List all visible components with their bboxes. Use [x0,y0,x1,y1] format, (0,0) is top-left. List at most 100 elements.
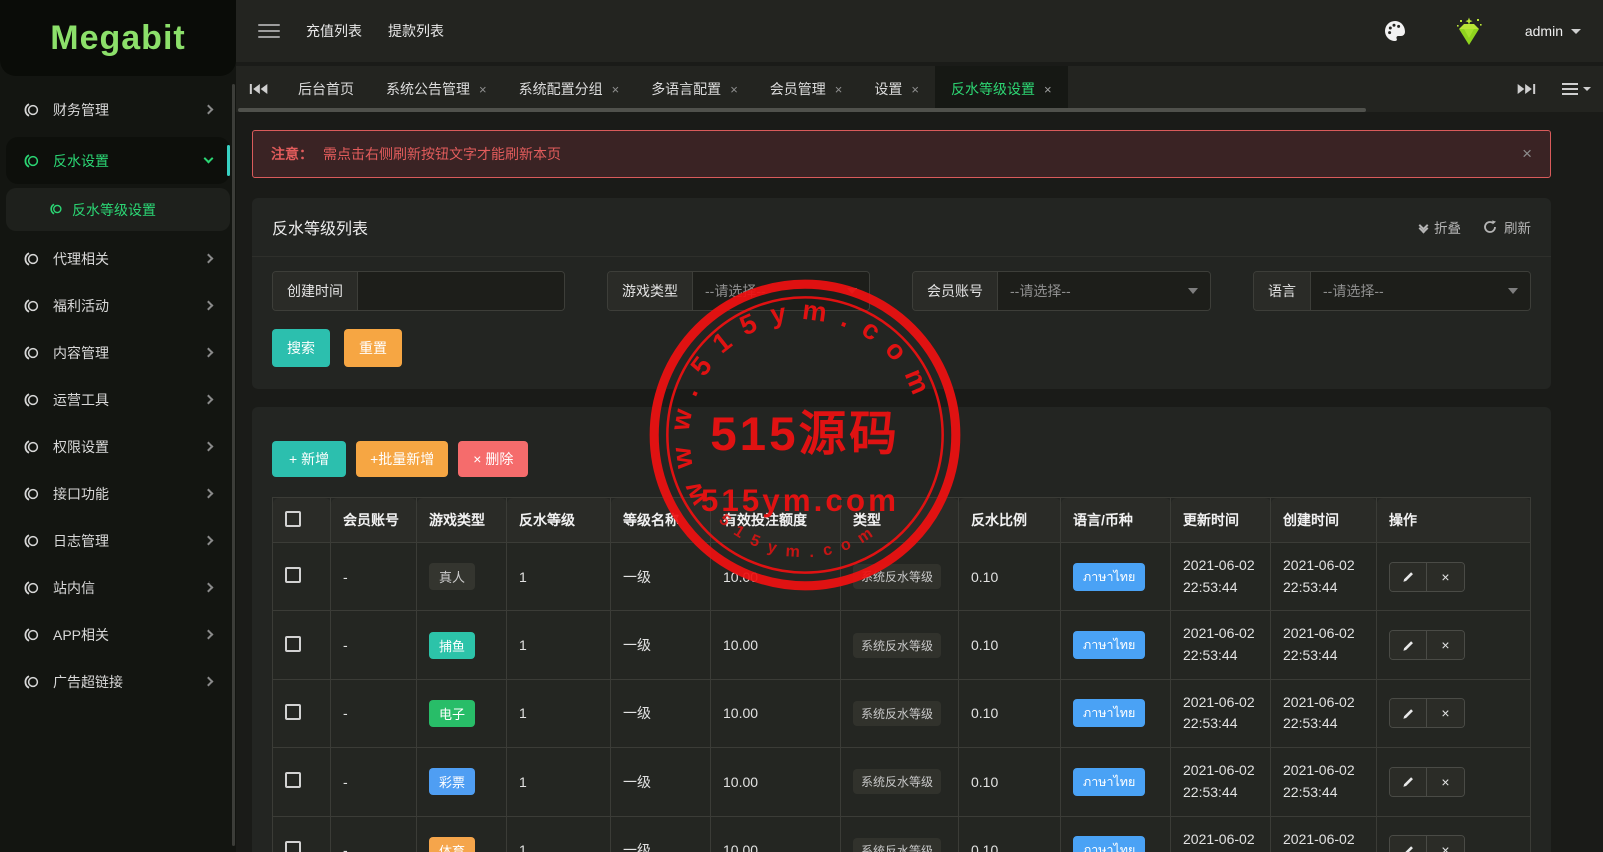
topbar-link-withdraw[interactable]: 提款列表 [388,21,444,41]
close-icon[interactable]: × [479,82,487,97]
row-checkbox[interactable] [285,567,301,584]
batch-add-button[interactable]: +批量新增 [356,441,449,477]
tab-multilanguage[interactable]: 多语言配置 × [635,66,754,112]
delete-button[interactable]: × 删除 [458,441,529,477]
tab-home[interactable]: 后台首页 [282,66,370,112]
delete-row-button[interactable]: × [1427,562,1464,591]
close-icon[interactable]: × [1044,82,1052,97]
sidebar-item-api[interactable]: 接口功能 [6,470,230,517]
cell-updated: 2021-06-02 22:53:44 [1170,610,1271,680]
sidebar-item-app[interactable]: APP相关 [6,611,230,658]
alert-close-icon[interactable]: × [1522,144,1532,164]
created-time-input[interactable] [358,272,564,310]
tabs-scroll-right-icon[interactable] [1503,66,1549,112]
edit-button[interactable] [1390,767,1427,796]
cell-level-name: 一级 [610,610,711,680]
username: admin [1524,23,1563,39]
tab-announcements[interactable]: 系统公告管理 × [370,66,503,112]
sidebar-item-permissions[interactable]: 权限设置 [6,423,230,470]
cell-ratio: 0.10 [958,610,1061,680]
tabbar: 后台首页 系统公告管理 × 系统配置分组 × 多语言配置 × 会员管理 × 设置… [236,62,1603,112]
avatar-gem-icon[interactable] [1447,9,1491,53]
sidebar-item-logs[interactable]: 日志管理 [6,517,230,564]
caret-down-icon [1188,288,1198,294]
topbar-link-recharge[interactable]: 充值列表 [306,21,362,41]
menu-toggle-icon[interactable] [258,24,280,38]
sidebar-item-label: 代理相关 [53,250,109,267]
col-language: 语言/币种 [1060,497,1171,543]
sidebar-item-operations[interactable]: 运营工具 [6,376,230,423]
sidebar-item-welfare[interactable]: 福利活动 [6,282,230,329]
ring-icon [24,439,40,454]
ring-icon [24,102,40,117]
double-chevron-down-icon [1418,220,1429,234]
panel-header: 反水等级列表 折叠 刷新 [252,198,1551,257]
tabs-menu-icon[interactable] [1549,66,1603,112]
language-select[interactable]: --请选择-- [1311,272,1530,310]
sidebar-item-label: 广告超链接 [53,673,123,690]
sidebar-item-content[interactable]: 内容管理 [6,329,230,376]
close-icon[interactable]: × [612,82,620,97]
tab-settings[interactable]: 设置 × [858,66,935,112]
edit-button[interactable] [1390,631,1427,660]
edit-button[interactable] [1390,562,1427,591]
chevron-right-icon [203,253,214,264]
game-type-select[interactable]: --请选择-- [693,272,869,310]
notice-alert: 注意： 需点击右侧刷新按钮文字才能刷新本页 × [252,130,1551,178]
sidebar-subitem-rebate-level[interactable]: 反水等级设置 [6,188,230,231]
row-checkbox[interactable] [285,703,301,720]
member-account-label: 会员账号 [913,272,998,310]
sidebar-menu: 财务管理 反水设置 反水等级设置 代理相关 福利活动 内容管理 运营工具 权限设… [0,76,236,705]
member-account-filter: 会员账号 --请选择-- [912,271,1211,311]
member-account-select[interactable]: --请选择-- [998,272,1210,310]
delete-row-button[interactable]: × [1427,699,1464,728]
ring-icon [24,486,40,501]
row-checkbox[interactable] [285,635,301,652]
theme-palette-icon[interactable] [1383,19,1407,43]
tab-members[interactable]: 会员管理 × [754,66,859,112]
table-panel: + 新增 +批量新增 × 删除 会员账号 游戏类型 反水等级 等级名称 有效投注… [252,407,1551,852]
collapse-button[interactable]: 折叠 [1418,217,1461,237]
cell-updated: 2021-06-02 22:53:44 [1170,678,1271,749]
sidebar-item-rebate-settings[interactable]: 反水设置 [6,137,230,184]
user-menu[interactable]: admin [1525,23,1581,39]
sidebar-scrollbar[interactable] [232,84,235,846]
sidebar-item-agent[interactable]: 代理相关 [6,235,230,282]
select-all-checkbox[interactable] [285,510,301,527]
tabs-scroll-left-icon[interactable] [236,66,282,112]
refresh-button[interactable]: 刷新 [1483,217,1531,237]
delete-row-button[interactable]: × [1427,836,1464,852]
row-checkbox[interactable] [285,772,301,789]
cell-created: 2021-06-02 22:53:44 [1270,541,1377,612]
search-button[interactable]: 搜索 [272,329,330,367]
panel-title: 反水等级列表 [272,221,369,238]
col-game-type: 游戏类型 [416,497,507,543]
cell-level: 1 [506,747,611,817]
rebate-level-table: 会员账号 游戏类型 反水等级 等级名称 有效投注额度 类型 反水比例 语言/币种… [272,497,1531,852]
chevron-right-icon [203,676,214,687]
tab-config-groups[interactable]: 系统配置分组 × [503,66,636,112]
sidebar-item-messages[interactable]: 站内信 [6,564,230,611]
tab-rebate-level-settings[interactable]: 反水等级设置 × [934,66,1068,112]
sidebar-item-finance[interactable]: 财务管理 [6,86,230,133]
delete-row-button[interactable]: × [1427,767,1464,796]
edit-button[interactable] [1390,836,1427,852]
sidebar-item-ads[interactable]: 广告超链接 [6,658,230,705]
cell-account: - [330,610,417,680]
col-created: 创建时间 [1270,497,1377,543]
chevron-right-icon [203,582,214,593]
alert-message: 需点击右侧刷新按钮文字才能刷新本页 [323,146,561,162]
language-badge: ภาษาไทย [1073,767,1146,796]
row-checkbox[interactable] [285,840,301,852]
table-toolbar: + 新增 +批量新增 × 删除 [272,441,1531,477]
cell-level-name: 一级 [610,815,711,852]
reset-button[interactable]: 重置 [344,329,402,367]
delete-row-button[interactable]: × [1427,631,1464,660]
sidebar-item-label: 福利活动 [53,297,109,314]
close-icon[interactable]: × [730,82,738,97]
ring-icon [24,345,40,360]
add-button[interactable]: + 新增 [272,441,347,477]
close-icon[interactable]: × [911,82,919,97]
edit-button[interactable] [1390,699,1427,728]
close-icon[interactable]: × [835,82,843,97]
